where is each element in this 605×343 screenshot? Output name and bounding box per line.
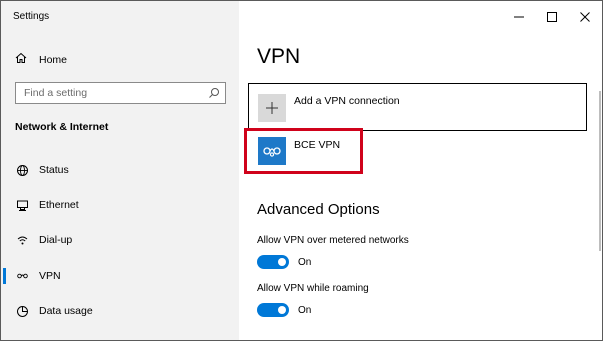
vpn-icon xyxy=(15,269,29,283)
sidebar-item-vpn[interactable]: VPN xyxy=(1,265,239,287)
search-icon[interactable] xyxy=(208,87,220,99)
advanced-options-heading: Advanced Options xyxy=(257,201,380,218)
toggle-state-label: On xyxy=(298,257,312,268)
sidebar-item-label: VPN xyxy=(39,270,61,282)
sidebar-item-label: Data usage xyxy=(39,305,93,317)
add-icon-tile xyxy=(258,94,286,122)
close-icon xyxy=(580,12,590,22)
sidebar-item-data-usage[interactable]: Data usage xyxy=(1,300,239,322)
search-input[interactable] xyxy=(16,83,196,103)
sidebar-item-label: Status xyxy=(39,164,69,176)
vpn-icon xyxy=(263,147,281,157)
minimize-icon xyxy=(514,16,524,18)
dialup-icon xyxy=(15,233,29,247)
vpn-connection-name: BCE VPN xyxy=(294,139,341,151)
sidebar-item-ethernet[interactable]: Ethernet xyxy=(1,194,239,216)
maximize-button[interactable] xyxy=(539,7,565,27)
scrollbar[interactable] xyxy=(599,91,601,251)
toggle-knob xyxy=(278,306,286,314)
toggle-knob xyxy=(278,258,286,266)
metered-networks-toggle[interactable] xyxy=(257,255,289,269)
window-title: Settings xyxy=(13,11,50,22)
toggle-state-label: On xyxy=(298,305,312,316)
settings-window: Settings Home Network & Internet Status … xyxy=(0,0,603,341)
page-title: VPN xyxy=(257,45,301,68)
sidebar-item-label: Ethernet xyxy=(39,199,79,211)
vpn-connection-tile xyxy=(258,137,286,165)
plus-icon xyxy=(266,102,278,114)
home-label: Home xyxy=(39,54,68,66)
maximize-icon xyxy=(547,12,557,22)
sidebar: Settings Home Network & Internet Status … xyxy=(1,1,239,340)
roaming-label: Allow VPN while roaming xyxy=(257,283,369,294)
sidebar-home[interactable]: Home xyxy=(15,51,67,69)
section-heading: Network & Internet xyxy=(15,121,109,133)
globe-icon xyxy=(15,163,29,177)
sidebar-item-dialup[interactable]: Dial-up xyxy=(1,229,239,251)
ethernet-icon xyxy=(15,198,29,212)
add-vpn-connection-button[interactable]: Add a VPN connection xyxy=(248,83,587,131)
sidebar-item-label: Dial-up xyxy=(39,234,73,246)
minimize-button[interactable] xyxy=(506,7,532,27)
home-icon xyxy=(15,51,27,69)
data-usage-icon xyxy=(15,304,29,318)
roaming-toggle[interactable] xyxy=(257,303,289,317)
add-vpn-label: Add a VPN connection xyxy=(294,95,400,107)
sidebar-item-status[interactable]: Status xyxy=(1,159,239,181)
close-button[interactable] xyxy=(572,7,598,27)
search-box[interactable] xyxy=(15,82,226,104)
metered-networks-label: Allow VPN over metered networks xyxy=(257,235,409,246)
vpn-connection-item[interactable]: BCE VPN xyxy=(244,128,363,174)
